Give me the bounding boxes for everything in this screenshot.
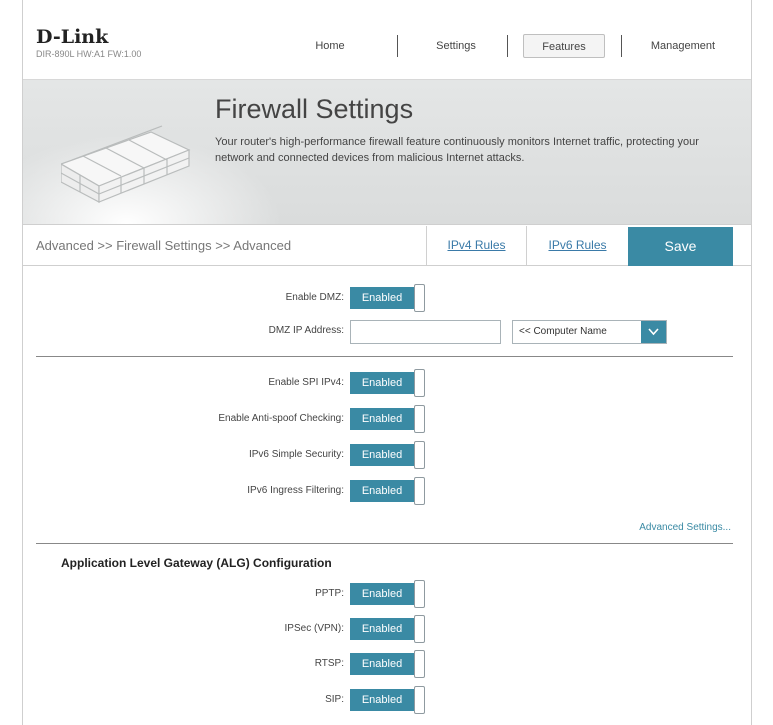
toggle-knob[interactable] bbox=[414, 650, 425, 678]
toggle-knob[interactable] bbox=[414, 284, 425, 312]
toggle-knob[interactable] bbox=[414, 441, 425, 469]
tab-bar: Advanced >> Firewall Settings >> Advance… bbox=[23, 226, 751, 266]
chevron-down-icon[interactable] bbox=[641, 321, 666, 343]
ipv6-ingress-label: IPv6 Ingress Filtering: bbox=[247, 485, 344, 496]
page-title: Firewall Settings bbox=[215, 94, 414, 124]
toggle-state: Enabled bbox=[350, 444, 414, 466]
spi-ipv4-row: Enable SPI IPv4: Enabled bbox=[23, 369, 751, 397]
ipv6-simple-security-label: IPv6 Simple Security: bbox=[248, 449, 344, 460]
alg-section-title: Application Level Gateway (ALG) Configur… bbox=[61, 556, 332, 570]
sip-label: SIP: bbox=[325, 694, 344, 705]
advanced-settings-link[interactable]: Advanced Settings... bbox=[639, 522, 731, 533]
spi-ipv4-toggle[interactable]: Enabled bbox=[350, 369, 426, 397]
tab-ipv6-rules[interactable]: IPv6 Rules bbox=[526, 226, 628, 265]
section-divider bbox=[36, 543, 733, 544]
spi-ipv4-label: Enable SPI IPv4: bbox=[268, 377, 344, 388]
firewall-wall-icon bbox=[61, 125, 191, 203]
breadcrumb: Advanced >> Firewall Settings >> Advance… bbox=[36, 238, 292, 253]
toggle-state: Enabled bbox=[350, 372, 414, 394]
toggle-knob[interactable] bbox=[414, 686, 425, 714]
computer-name-select[interactable]: << Computer Name bbox=[512, 320, 667, 344]
toggle-knob[interactable] bbox=[414, 615, 425, 643]
toggle-state: Enabled bbox=[350, 583, 414, 605]
enable-dmz-row: Enable DMZ: Enabled bbox=[23, 284, 751, 312]
ipsec-toggle[interactable]: Enabled bbox=[350, 615, 426, 643]
toggle-state: Enabled bbox=[350, 653, 414, 675]
toggle-state: Enabled bbox=[350, 689, 414, 711]
section-divider bbox=[36, 356, 733, 357]
toggle-state: Enabled bbox=[350, 618, 414, 640]
rtsp-label: RTSP: bbox=[314, 658, 344, 669]
sip-row: SIP: Enabled bbox=[23, 686, 751, 714]
toggle-knob[interactable] bbox=[414, 477, 425, 505]
page-description: Your router's high-performance firewall … bbox=[215, 136, 699, 164]
ipsec-label: IPSec (VPN): bbox=[284, 623, 344, 634]
toggle-knob[interactable] bbox=[414, 580, 425, 608]
router-page: D-Link DIR-890L HW:A1 FW:1.00 Home Setti… bbox=[22, 0, 752, 725]
enable-dmz-label: Enable DMZ: bbox=[285, 292, 344, 303]
pptp-label: PPTP: bbox=[315, 588, 344, 599]
toggle-state: Enabled bbox=[350, 480, 414, 502]
nav-features[interactable]: Features bbox=[523, 34, 605, 58]
nav-separator bbox=[621, 35, 622, 57]
ipsec-row: IPSec (VPN): Enabled bbox=[23, 615, 751, 643]
toggle-state: Enabled bbox=[350, 287, 414, 309]
select-value: << Computer Name bbox=[519, 326, 607, 337]
save-button[interactable]: Save bbox=[628, 227, 733, 266]
antispoof-row: Enable Anti-spoof Checking: Enabled bbox=[23, 405, 751, 433]
dmz-ip-input[interactable] bbox=[350, 320, 501, 344]
main-nav: Home Settings Features Management bbox=[23, 34, 751, 58]
header: D-Link DIR-890L HW:A1 FW:1.00 Home Setti… bbox=[23, 0, 751, 80]
toggle-knob[interactable] bbox=[414, 405, 425, 433]
dmz-ip-label: DMZ IP Address: bbox=[268, 325, 344, 336]
rtsp-toggle[interactable]: Enabled bbox=[350, 650, 426, 678]
ipv6-ingress-toggle[interactable]: Enabled bbox=[350, 477, 426, 505]
nav-separator bbox=[507, 35, 508, 57]
nav-separator bbox=[397, 35, 398, 57]
nav-settings[interactable]: Settings bbox=[421, 34, 491, 58]
enable-dmz-toggle[interactable]: Enabled bbox=[350, 284, 426, 312]
ipv6-simple-security-row: IPv6 Simple Security: Enabled bbox=[23, 441, 751, 469]
tab-ipv4-rules[interactable]: IPv4 Rules bbox=[426, 226, 526, 265]
sip-toggle[interactable]: Enabled bbox=[350, 686, 426, 714]
hero-banner: Firewall Settings Your router's high-per… bbox=[23, 80, 751, 225]
antispoof-toggle[interactable]: Enabled bbox=[350, 405, 426, 433]
pptp-toggle[interactable]: Enabled bbox=[350, 580, 426, 608]
toggle-state: Enabled bbox=[350, 408, 414, 430]
rtsp-row: RTSP: Enabled bbox=[23, 650, 751, 678]
pptp-row: PPTP: Enabled bbox=[23, 580, 751, 608]
nav-management[interactable]: Management bbox=[633, 34, 733, 58]
ipv6-ingress-row: IPv6 Ingress Filtering: Enabled bbox=[23, 477, 751, 505]
dmz-ip-row: DMZ IP Address: << Computer Name bbox=[23, 317, 751, 345]
antispoof-label: Enable Anti-spoof Checking: bbox=[218, 413, 344, 424]
toggle-knob[interactable] bbox=[414, 369, 425, 397]
ipv6-simple-security-toggle[interactable]: Enabled bbox=[350, 441, 426, 469]
nav-home[interactable]: Home bbox=[295, 34, 365, 58]
